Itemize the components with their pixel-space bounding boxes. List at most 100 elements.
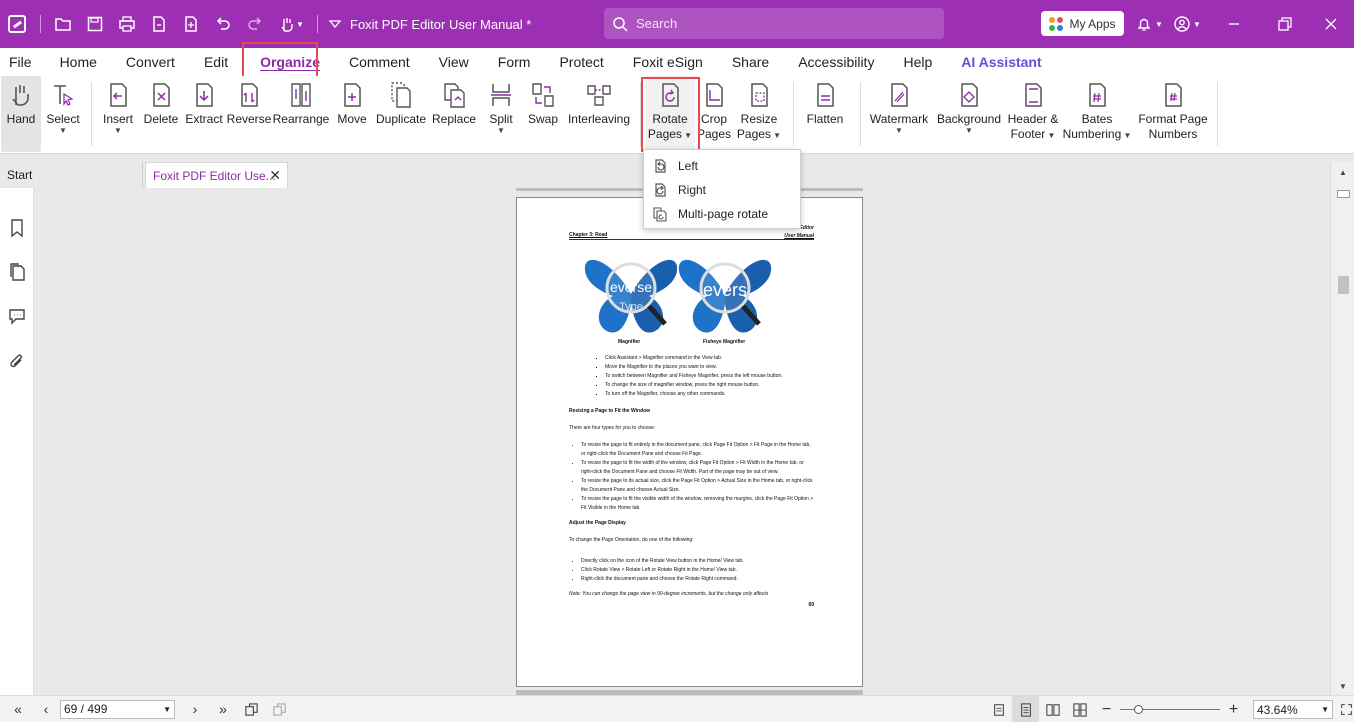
tab-document[interactable]: Foxit PDF Editor Use... ✕ (145, 162, 288, 188)
document-pane[interactable]: Editor User Manual Chapter 3: Read evers… (34, 188, 1330, 695)
chevron-down-icon: ▼ (114, 126, 122, 135)
header-footer-label-1: Header & (1007, 112, 1059, 126)
pages-thumbnails-icon[interactable] (7, 262, 27, 282)
save-icon[interactable] (79, 0, 111, 48)
select-button[interactable]: Select ▼ (41, 76, 85, 152)
split-button[interactable]: Split ▼ (480, 76, 522, 152)
menu-protect[interactable]: Protect (539, 48, 612, 76)
continuous-view-icon[interactable] (1012, 696, 1039, 722)
menu-comment[interactable]: Comment (329, 48, 419, 76)
flatten-button[interactable]: Flatten (798, 76, 852, 152)
facing-view-icon[interactable] (1039, 696, 1066, 722)
new-document-icon[interactable] (143, 0, 175, 48)
duplicate-label: Duplicate (375, 112, 427, 126)
multi-page-rotate-item[interactable]: Multi-page rotate (644, 202, 800, 226)
delete-button[interactable]: Delete (140, 76, 182, 152)
last-page-icon[interactable]: » (209, 696, 237, 722)
menu-file[interactable]: File (0, 48, 41, 76)
menu-convert[interactable]: Convert (106, 48, 184, 76)
restore-icon[interactable] (1262, 0, 1308, 48)
header-footer-button[interactable]: Header & Footer ▼ (1005, 76, 1061, 152)
chevron-down-icon[interactable] (328, 17, 342, 31)
single-page-view-icon[interactable] (985, 696, 1012, 722)
first-page-icon[interactable]: « (4, 696, 32, 722)
reverse-button[interactable]: Reverse (226, 76, 272, 152)
caption-magnifier: Magnifier (618, 339, 641, 345)
undo-icon[interactable] (207, 0, 239, 48)
resize-pages-button[interactable]: Resize Pages ▼ (733, 76, 785, 152)
chevron-down-icon: ▼ (1045, 131, 1056, 140)
scroll-down-arrow-icon[interactable]: ▼ (1339, 682, 1347, 691)
account-user-icon[interactable]: ▼ (1168, 0, 1206, 48)
watermark-button[interactable]: Watermark ▼ (865, 76, 933, 152)
foxit-logo-icon[interactable] (0, 0, 34, 48)
menu-organize[interactable]: Organize (237, 48, 329, 76)
comments-icon[interactable] (7, 306, 27, 326)
menu-view[interactable]: View (419, 48, 478, 76)
menu-accessibility[interactable]: Accessibility (778, 48, 883, 76)
rotate-pages-button[interactable]: Rotate Pages ▼ (645, 76, 695, 152)
zoom-out-icon[interactable]: − (1093, 696, 1120, 722)
menu-home[interactable]: Home (41, 48, 106, 76)
menu-ai-assistant[interactable]: AI Assistant (941, 48, 1050, 76)
scroll-up-arrow-icon[interactable]: ▲ (1339, 168, 1347, 177)
zoom-in-icon[interactable]: + (1220, 696, 1247, 722)
rotate-right-icon (655, 183, 666, 197)
menu-share[interactable]: Share (712, 48, 778, 76)
fullscreen-expand-icon[interactable] (1333, 696, 1354, 722)
next-page-icon[interactable]: › (181, 696, 209, 722)
pdf-page[interactable]: Editor User Manual Chapter 3: Read evers… (516, 197, 863, 687)
attachments-paperclip-icon[interactable] (7, 352, 27, 372)
redo-icon[interactable] (239, 0, 271, 48)
search-placeholder: Search (636, 16, 678, 31)
menu-edit[interactable]: Edit (184, 48, 237, 76)
tab-start-label: Start (7, 168, 33, 182)
close-tab-icon[interactable]: ✕ (269, 167, 281, 184)
minimize-icon[interactable] (1206, 0, 1262, 48)
move-button[interactable]: Move (330, 76, 374, 152)
extract-button[interactable]: Extract (182, 76, 226, 152)
continuous-facing-view-icon[interactable] (1066, 696, 1093, 722)
create-pdf-icon[interactable] (175, 0, 207, 48)
swap-button[interactable]: Swap (522, 76, 564, 152)
background-button[interactable]: Background ▼ (933, 76, 1005, 152)
my-apps-button[interactable]: My Apps (1041, 11, 1124, 36)
zoom-percentage-field[interactable]: 43.64% ▼ (1253, 700, 1333, 719)
replace-button[interactable]: Replace (428, 76, 480, 152)
hand-tool-quick-icon[interactable]: ▼ (271, 0, 311, 48)
print-icon[interactable] (111, 0, 143, 48)
menu-foxit-esign[interactable]: Foxit eSign (613, 48, 712, 76)
menu-help[interactable]: Help (883, 48, 941, 76)
chevron-down-icon[interactable]: ▼ (1321, 705, 1329, 714)
insert-button[interactable]: Insert ▼ (96, 76, 140, 152)
rotate-left-item[interactable]: Left (644, 154, 800, 178)
vertical-scrollbar[interactable]: ▲ ▼ (1330, 162, 1354, 695)
previous-page-icon[interactable]: ‹ (32, 696, 60, 722)
bookmark-icon[interactable] (7, 218, 27, 238)
crop-pages-button[interactable]: Crop Pages (695, 76, 733, 152)
close-icon[interactable] (1308, 0, 1354, 48)
scrollbar-thumb[interactable] (1338, 276, 1349, 294)
chevron-down-icon[interactable]: ▼ (163, 705, 171, 714)
rotate-right-item[interactable]: Right (644, 178, 800, 202)
menu-form[interactable]: Form (478, 48, 540, 76)
swap-label: Swap (527, 112, 559, 126)
next-view-icon[interactable] (265, 696, 293, 722)
zoom-slider-knob[interactable] (1134, 705, 1143, 714)
tab-start[interactable]: Start (0, 162, 143, 188)
notifications-bell-icon[interactable]: ▼ (1130, 0, 1168, 48)
duplicate-button[interactable]: Duplicate (374, 76, 428, 152)
page-number-field[interactable]: 69 / 499 ▼ (60, 699, 175, 719)
zoom-slider[interactable] (1120, 696, 1220, 722)
interleaving-button[interactable]: Interleaving (564, 76, 634, 152)
butterfly-magnifier-image: everse Type (584, 259, 678, 333)
format-page-numbers-button[interactable]: Format Page Numbers (1133, 76, 1213, 152)
rearrange-button[interactable]: Rearrange (272, 76, 330, 152)
search-box[interactable]: Search (604, 8, 944, 39)
split-view-handle[interactable] (1337, 190, 1350, 198)
replace-label: Replace (431, 112, 477, 126)
open-folder-icon[interactable] (47, 0, 79, 48)
hand-button[interactable]: Hand (1, 76, 41, 152)
previous-view-icon[interactable] (237, 696, 265, 722)
bates-numbering-button[interactable]: Bates Numbering ▼ (1061, 76, 1133, 152)
